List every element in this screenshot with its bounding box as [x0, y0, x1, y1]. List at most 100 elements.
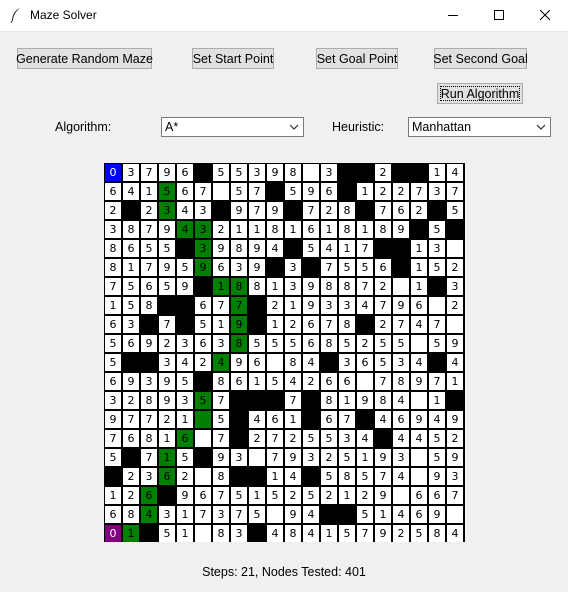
- maze-cell[interactable]: 6: [195, 487, 211, 504]
- maze-wall-cell[interactable]: [249, 525, 265, 542]
- maze-cell[interactable]: 3: [105, 221, 121, 238]
- maze-cell[interactable]: 1: [285, 297, 301, 314]
- maze-cell[interactable]: 4: [357, 297, 373, 314]
- maze-cell[interactable]: 9: [159, 259, 175, 276]
- maze-cell[interactable]: 4: [411, 354, 427, 371]
- maze-cell[interactable]: 7: [321, 259, 337, 276]
- maze-cell[interactable]: 7: [213, 487, 229, 504]
- maze-cell[interactable]: 8: [267, 221, 283, 238]
- maze-cell[interactable]: 6: [411, 487, 427, 504]
- maze-cell[interactable]: 3: [285, 259, 301, 276]
- maze-cell[interactable]: 6: [321, 183, 337, 200]
- maze-cell[interactable]: 2: [321, 202, 337, 219]
- maze-cell[interactable]: 7: [213, 392, 229, 409]
- maze-cell[interactable]: 7: [195, 506, 211, 523]
- maze-cell[interactable]: 5: [231, 164, 247, 181]
- maze-cell[interactable]: 5: [375, 354, 391, 371]
- maze-wall-cell[interactable]: [285, 240, 301, 257]
- maze-cell[interactable]: 8: [213, 525, 229, 542]
- maze-cell[interactable]: 5: [267, 487, 283, 504]
- maze-cell[interactable]: 1: [267, 468, 283, 485]
- maze-wall-cell[interactable]: [393, 259, 409, 276]
- algorithm-select[interactable]: A*: [161, 117, 304, 137]
- maze-cell[interactable]: 4: [447, 164, 463, 181]
- maze-cell[interactable]: 5: [177, 449, 193, 466]
- maze-cell[interactable]: [393, 278, 409, 295]
- maze-wall-cell[interactable]: [177, 316, 193, 333]
- maze-cell[interactable]: 2: [123, 392, 139, 409]
- maze-cell[interactable]: 1: [321, 221, 337, 238]
- maze-second-goal-cell[interactable]: 0: [105, 525, 121, 542]
- maze-cell[interactable]: 6: [213, 259, 229, 276]
- maze-cell[interactable]: 5: [123, 297, 139, 314]
- maze-wall-cell[interactable]: [447, 221, 463, 238]
- maze-wall-cell[interactable]: [123, 354, 139, 371]
- maze-cell[interactable]: 7: [141, 259, 157, 276]
- maze-cell[interactable]: 8: [123, 506, 139, 523]
- maze-cell[interactable]: 5: [393, 335, 409, 352]
- maze-wall-cell[interactable]: [195, 373, 211, 390]
- maze-cell[interactable]: 5: [249, 335, 265, 352]
- maze-cell[interactable]: 8: [141, 392, 157, 409]
- maze-cell[interactable]: 2: [285, 316, 301, 333]
- maze-path-cell[interactable]: 1: [213, 278, 229, 295]
- maze-cell[interactable]: 6: [411, 506, 427, 523]
- maze-wall-cell[interactable]: [321, 506, 337, 523]
- maze-cell[interactable]: 7: [375, 468, 391, 485]
- maze-cell[interactable]: 9: [447, 449, 463, 466]
- heuristic-select[interactable]: Manhattan: [408, 117, 551, 137]
- maze-cell[interactable]: 6: [339, 373, 355, 390]
- maze-cell[interactable]: [393, 487, 409, 504]
- maze-cell[interactable]: [357, 373, 373, 390]
- maze-cell[interactable]: 5: [177, 373, 193, 390]
- maze-cell[interactable]: 3: [213, 335, 229, 352]
- maze-cell[interactable]: 8: [141, 430, 157, 447]
- maze-cell[interactable]: 9: [159, 221, 175, 238]
- maze-cell[interactable]: 9: [411, 411, 427, 428]
- maze-cell[interactable]: 7: [141, 164, 157, 181]
- maze-cell[interactable]: 6: [231, 373, 247, 390]
- maze-wall-cell[interactable]: [249, 392, 265, 409]
- maze-cell[interactable]: 4: [303, 354, 319, 371]
- maze-cell[interactable]: 4: [393, 506, 409, 523]
- maze-cell[interactable]: 6: [177, 183, 193, 200]
- maze-cell[interactable]: 4: [393, 430, 409, 447]
- maze-cell[interactable]: 8: [213, 468, 229, 485]
- maze-cell[interactable]: 5: [357, 468, 373, 485]
- maze-cell[interactable]: 7: [249, 183, 265, 200]
- maze-cell[interactable]: 8: [375, 392, 391, 409]
- maze-cell[interactable]: 1: [267, 316, 283, 333]
- minimize-button[interactable]: [430, 0, 476, 31]
- maze-cell[interactable]: 5: [213, 411, 229, 428]
- maze-cell[interactable]: 4: [429, 411, 445, 428]
- maze-cell[interactable]: [195, 468, 211, 485]
- maze-wall-cell[interactable]: [357, 316, 373, 333]
- maze-cell[interactable]: 6: [303, 335, 319, 352]
- maze-cell[interactable]: 2: [159, 411, 175, 428]
- maze-cell[interactable]: 7: [213, 430, 229, 447]
- maze-cell[interactable]: 4: [303, 506, 319, 523]
- maze-wall-cell[interactable]: [267, 259, 283, 276]
- maze-path-cell[interactable]: 8: [231, 335, 247, 352]
- maze-wall-cell[interactable]: [285, 202, 301, 219]
- maze-cell[interactable]: 9: [303, 297, 319, 314]
- maze-wall-cell[interactable]: [375, 430, 391, 447]
- maze-cell[interactable]: 6: [123, 240, 139, 257]
- maze-wall-cell[interactable]: [231, 392, 247, 409]
- maze-cell[interactable]: 6: [267, 411, 283, 428]
- maze-cell[interactable]: 8: [123, 221, 139, 238]
- maze-cell[interactable]: 7: [141, 221, 157, 238]
- maze-wall-cell[interactable]: [141, 354, 157, 371]
- maze-wall-cell[interactable]: [339, 183, 355, 200]
- maze-cell[interactable]: 2: [375, 164, 391, 181]
- maze-cell[interactable]: 8: [339, 202, 355, 219]
- maze-cell[interactable]: 9: [159, 392, 175, 409]
- maze-cell[interactable]: 7: [141, 449, 157, 466]
- maze-cell[interactable]: 1: [357, 183, 373, 200]
- maze-cell[interactable]: 7: [321, 316, 337, 333]
- maze-wall-cell[interactable]: [303, 392, 319, 409]
- maze-cell[interactable]: 5: [303, 240, 319, 257]
- maze-wall-cell[interactable]: [231, 430, 247, 447]
- maze-cell[interactable]: 8: [339, 316, 355, 333]
- maze-cell[interactable]: 9: [177, 278, 193, 295]
